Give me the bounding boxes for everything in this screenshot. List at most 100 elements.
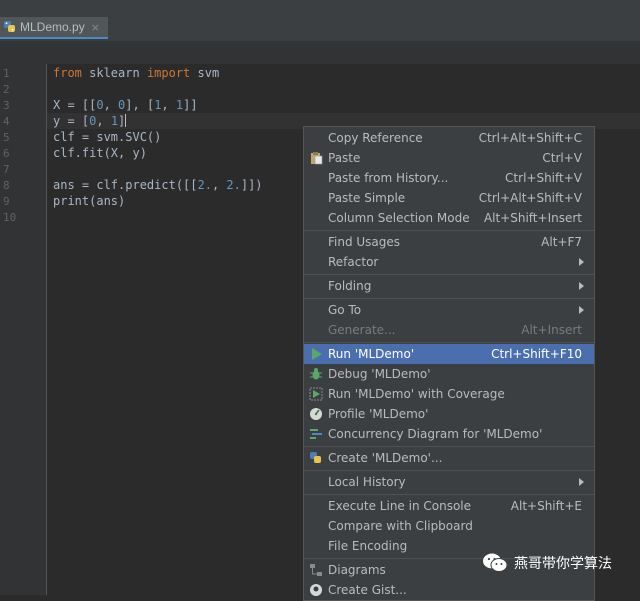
code-text: ]]) [240, 178, 263, 192]
menu-item-label: Paste from History... [328, 171, 449, 185]
code-text: sklearn [81, 66, 147, 80]
menu-item-column-selection-mode[interactable]: Column Selection Mode Alt+Shift+Insert [304, 208, 594, 228]
menu-item-refactor[interactable]: Refactor [304, 252, 594, 272]
code-line-5: clf = svm.SVC() [53, 130, 162, 144]
code-line-8: ans = clf.predict([[2., 2.]]) [53, 177, 263, 193]
menu-item-label: File Encoding [328, 539, 408, 553]
menu-item-label: Refactor [328, 255, 379, 269]
menu-item-label: Concurrency Diagram for 'MLDemo' [328, 427, 543, 441]
code-line-4: y = [0, 1] [53, 113, 127, 129]
submenu-arrow-icon [579, 306, 584, 314]
menu-item-execute-line-in-console[interactable]: Execute Line in Console Alt+Shift+E [304, 496, 594, 516]
line-number: 1 [3, 67, 10, 80]
line-number: 9 [3, 195, 10, 208]
menu-item-go-to[interactable]: Go To [304, 300, 594, 320]
line-number: 10 [3, 211, 17, 224]
menu-item-label: Paste [328, 151, 361, 165]
close-icon[interactable]: × [91, 21, 100, 34]
menu-item-paste-from-history[interactable]: Paste from History... Ctrl+Shift+V [304, 168, 594, 188]
menu-item-label: Run 'MLDemo' [328, 347, 415, 361]
menu-item-profile[interactable]: Profile 'MLDemo' [304, 404, 594, 424]
line-number: 5 [3, 131, 10, 144]
code-line-9: print(ans) [53, 194, 126, 208]
menu-separator [304, 230, 594, 231]
menu-item-paste-simple[interactable]: Paste Simple Ctrl+Alt+Shift+V [304, 188, 594, 208]
keyword: import [146, 66, 191, 80]
menu-item-paste[interactable]: Paste Ctrl+V [304, 148, 594, 168]
menu-separator [304, 494, 594, 495]
menu-item-concurrency-diagram[interactable]: Concurrency Diagram for 'MLDemo' [304, 424, 594, 444]
menu-item-copy-reference[interactable]: Copy Reference Ctrl+Alt+Shift+C [304, 128, 594, 148]
code-text: ]] [183, 98, 198, 112]
editor-tab-bar: MLDemo.py × [0, 15, 640, 41]
wechat-icon [483, 553, 508, 572]
menu-item-folding[interactable]: Folding [304, 276, 594, 296]
menu-item-label: Profile 'MLDemo' [328, 407, 429, 421]
watermark: 燕哥带你学算法 [482, 552, 612, 574]
menu-item-create[interactable]: Create 'MLDemo'... [304, 448, 594, 468]
tab-filename: MLDemo.py [20, 20, 85, 34]
menu-separator [304, 446, 594, 447]
number-literal: 0 [96, 98, 104, 112]
code-text: ] [118, 114, 126, 128]
menu-item-label: Compare with Clipboard [328, 519, 473, 533]
menu-item-label: Paste Simple [328, 191, 406, 205]
number-literal: 2. [197, 178, 212, 192]
code-text: , [103, 98, 119, 112]
paste-icon [311, 152, 323, 165]
text-caret [125, 114, 127, 127]
line-number: 7 [3, 163, 10, 176]
menu-item-generate[interactable]: Generate... Alt+Insert [304, 320, 594, 340]
menu-item-label: Find Usages [328, 235, 401, 249]
tab-mldemo-py[interactable]: MLDemo.py × [0, 17, 108, 39]
python-file-icon [4, 21, 15, 32]
menu-item-label: Column Selection Mode [328, 211, 470, 225]
menu-item-create-gist[interactable]: Create Gist... [304, 580, 594, 600]
menu-separator [304, 470, 594, 471]
menu-item-shortcut: Alt+F7 [541, 235, 582, 249]
keyword: from [53, 66, 82, 80]
menu-item-label: Create 'MLDemo'... [328, 451, 443, 465]
code-text: X = [[ [53, 98, 97, 112]
run-icon [312, 348, 322, 360]
menu-item-compare-with-clipboard[interactable]: Compare with Clipboard [304, 516, 594, 536]
breadcrumb-bar [0, 41, 640, 65]
menu-item-shortcut: Alt+Insert [521, 323, 582, 337]
submenu-arrow-icon [579, 478, 584, 486]
menu-item-run-with-coverage[interactable]: Run 'MLDemo' with Coverage [304, 384, 594, 404]
watermark-text: 燕哥带你学算法 [514, 556, 612, 572]
code-text: ans = clf.predict([[ [53, 178, 198, 192]
menu-item-shortcut: Ctrl+Shift+V [505, 171, 582, 185]
menu-item-label: Copy Reference [328, 131, 423, 145]
menu-item-label: Local History [328, 475, 406, 489]
menu-item-debug[interactable]: Debug 'MLDemo' [304, 364, 594, 384]
title-bar [0, 0, 640, 16]
menu-item-shortcut: Alt+Shift+Insert [483, 211, 582, 225]
menu-item-label: Execute Line in Console [328, 499, 472, 513]
menu-item-local-history[interactable]: Local History [304, 472, 594, 492]
python-icon [310, 452, 321, 463]
menu-item-shortcut: Ctrl+Alt+Shift+V [478, 191, 582, 205]
line-number: 8 [3, 179, 10, 192]
code-line-3: X = [[0, 0], [1, 1]] [53, 97, 198, 113]
menu-separator [304, 298, 594, 299]
menu-item-label: Folding [328, 279, 372, 293]
menu-item-shortcut: Ctrl+Alt+Shift+C [478, 131, 582, 145]
menu-item-shortcut: Ctrl+V [542, 151, 582, 165]
menu-separator [304, 342, 594, 343]
menu-separator [304, 274, 594, 275]
menu-item-shortcut: Ctrl+Shift+F10 [491, 347, 582, 361]
menu-item-run[interactable]: Run 'MLDemo' Ctrl+Shift+F10 [304, 344, 594, 364]
submenu-arrow-icon [579, 282, 584, 290]
line-number-gutter: 1 2 3 4 5 6 7 8 9 10 [0, 64, 47, 595]
number-literal: 2. [226, 178, 241, 192]
code-line-1: from sklearn import svm [53, 65, 219, 81]
menu-item-find-usages[interactable]: Find Usages Alt+F7 [304, 232, 594, 252]
submenu-arrow-icon [579, 258, 584, 266]
profile-icon [310, 408, 322, 420]
menu-item-shortcut: Alt+Shift+E [510, 499, 582, 513]
code-line-6: clf.fit(X, y) [53, 146, 147, 160]
menu-item-label: Debug 'MLDemo' [328, 367, 431, 381]
code-text: y = [ [53, 114, 90, 128]
number-literal: 1 [110, 114, 119, 128]
